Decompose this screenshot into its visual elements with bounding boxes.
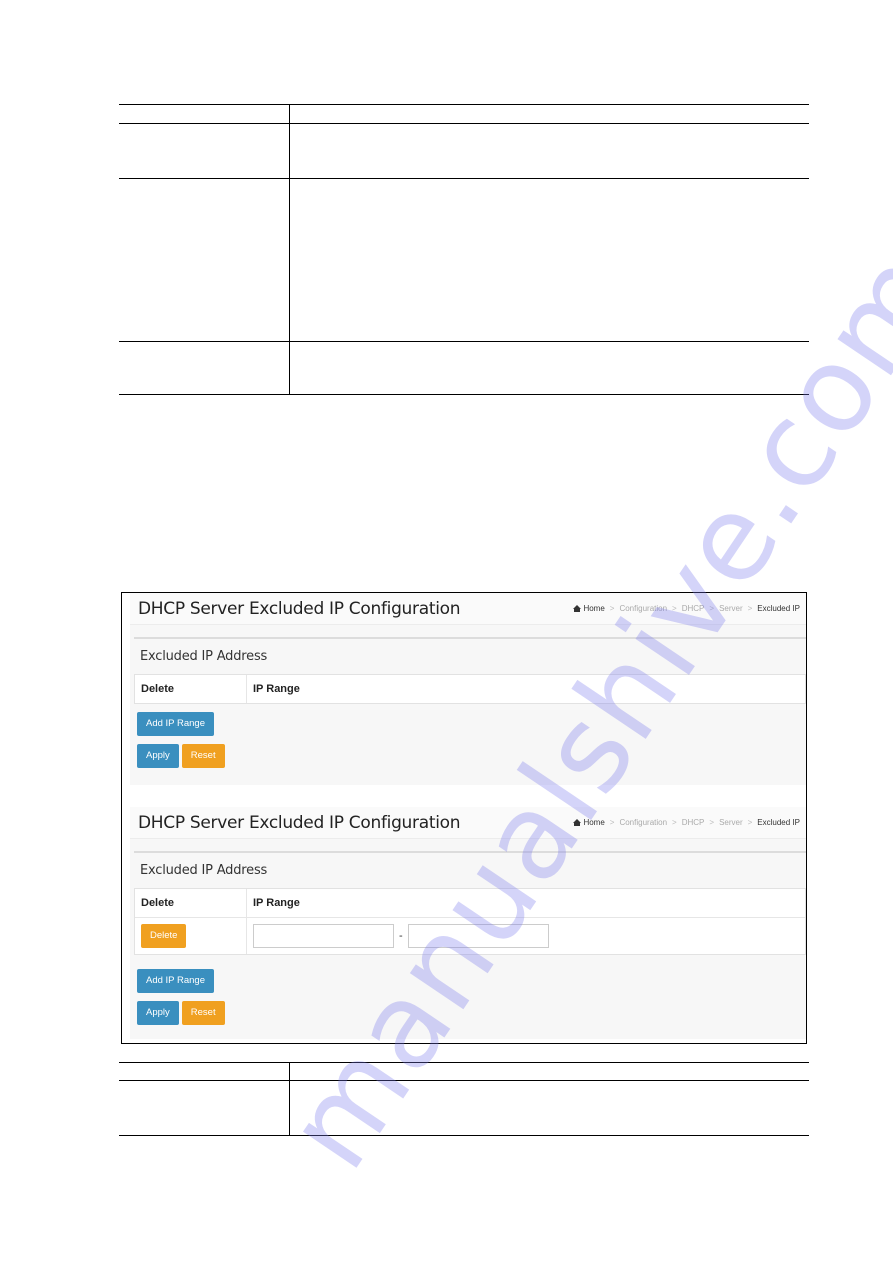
apply-button[interactable]: Apply	[137, 1001, 179, 1025]
column-header-delete: Delete	[135, 675, 247, 703]
config-panel-empty: DHCP Server Excluded IP Configuration Ho…	[130, 593, 806, 785]
column-header-delete: Delete	[135, 889, 247, 917]
apply-button[interactable]: Apply	[137, 744, 179, 768]
breadcrumb-home-label: Home	[583, 604, 605, 613]
breadcrumb-separator: >	[709, 818, 715, 827]
table-row: Delete -	[135, 918, 805, 954]
table-cell	[119, 342, 290, 394]
delete-cell: Delete	[135, 918, 247, 954]
breadcrumb-separator: >	[609, 604, 615, 613]
table-header-row	[119, 1062, 809, 1080]
button-area: Add IP Range Apply Reset	[134, 969, 806, 1025]
breadcrumb-separator: >	[747, 818, 753, 827]
ip-range-cell: -	[247, 918, 805, 954]
breadcrumb-dhcp[interactable]: DHCP	[682, 604, 705, 613]
excluded-ip-section: Excluded IP Address Delete IP Range Dele…	[134, 851, 806, 1025]
table-header-row: Delete IP Range	[135, 889, 805, 918]
table-cell	[290, 342, 809, 394]
table-cell	[119, 179, 290, 341]
bottom-parameter-table	[119, 1062, 809, 1136]
breadcrumb-separator: >	[709, 604, 715, 613]
breadcrumb: Home > Configuration > DHCP > Server > E…	[573, 604, 800, 613]
ip-range-end-input[interactable]	[407, 924, 549, 948]
breadcrumb-server[interactable]: Server	[719, 604, 743, 613]
table-row	[119, 123, 809, 178]
breadcrumb-home[interactable]: Home	[573, 604, 605, 613]
breadcrumb-dhcp[interactable]: DHCP	[682, 818, 705, 827]
excluded-ip-section: Excluded IP Address Delete IP Range Add …	[134, 637, 806, 768]
excluded-ip-table: Delete IP Range	[134, 674, 806, 704]
add-ip-range-button[interactable]: Add IP Range	[137, 969, 214, 993]
excluded-ip-table: Delete IP Range Delete -	[134, 888, 806, 955]
reset-button[interactable]: Reset	[181, 744, 225, 768]
breadcrumb-current: Excluded IP	[757, 818, 800, 827]
table-cell	[119, 124, 290, 178]
table-cell	[290, 124, 809, 178]
section-title: Excluded IP Address	[140, 649, 268, 664]
table-cell	[119, 1063, 290, 1080]
delete-button[interactable]: Delete	[141, 924, 187, 948]
table-cell	[290, 179, 809, 341]
column-header-ip-range: IP Range	[253, 683, 300, 695]
breadcrumb-separator: >	[672, 818, 677, 827]
section-title: Excluded IP Address	[140, 863, 268, 878]
breadcrumb-configuration[interactable]: Configuration	[619, 818, 667, 827]
table-header-row: Delete IP Range	[135, 675, 805, 703]
table-cell	[119, 1081, 290, 1135]
table-cell	[119, 105, 290, 123]
breadcrumb-configuration[interactable]: Configuration	[619, 604, 667, 613]
table-row	[119, 178, 809, 341]
button-area: Add IP Range Apply Reset	[134, 712, 806, 768]
table-row	[119, 341, 809, 395]
breadcrumb-home[interactable]: Home	[573, 818, 605, 827]
breadcrumb-home-label: Home	[583, 818, 605, 827]
screenshot-frame: DHCP Server Excluded IP Configuration Ho…	[121, 592, 807, 1044]
page-title: DHCP Server Excluded IP Configuration	[138, 598, 461, 619]
table-cell	[290, 105, 809, 123]
breadcrumb-separator: >	[672, 604, 677, 613]
breadcrumb-current: Excluded IP	[757, 604, 800, 613]
table-row	[119, 1080, 809, 1136]
top-parameter-table	[119, 104, 809, 395]
ip-range-start-input[interactable]	[253, 924, 394, 948]
breadcrumb: Home > Configuration > DHCP > Server > E…	[573, 818, 800, 827]
breadcrumb-separator: >	[747, 604, 753, 613]
breadcrumb-server[interactable]: Server	[719, 818, 743, 827]
page-title: DHCP Server Excluded IP Configuration	[138, 812, 461, 833]
title-bar: DHCP Server Excluded IP Configuration Ho…	[130, 807, 806, 839]
table-header-row	[119, 104, 809, 123]
add-ip-range-button[interactable]: Add IP Range	[137, 712, 214, 736]
reset-button[interactable]: Reset	[181, 1001, 225, 1025]
table-cell	[290, 1063, 809, 1080]
title-bar: DHCP Server Excluded IP Configuration Ho…	[130, 593, 806, 625]
home-icon	[573, 819, 582, 826]
range-separator: -	[399, 930, 403, 942]
column-header-ip-range: IP Range	[253, 897, 300, 909]
config-panel-with-row: DHCP Server Excluded IP Configuration Ho…	[130, 807, 806, 1039]
home-icon	[573, 605, 582, 612]
breadcrumb-separator: >	[609, 818, 615, 827]
table-cell	[290, 1081, 809, 1135]
